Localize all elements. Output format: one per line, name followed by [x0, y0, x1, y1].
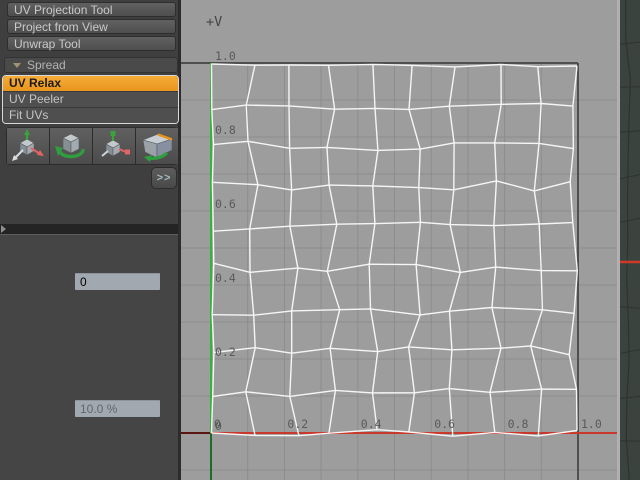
move-tool-button[interactable]	[7, 128, 49, 164]
project-from-view-button[interactable]: Project from View	[7, 19, 176, 34]
bevel-tool-icon	[136, 128, 178, 164]
axis-label: 0.4	[361, 417, 382, 431]
wireframe-line	[626, 0, 631, 480]
tool-item-uv-relax[interactable]: UV Relax	[3, 76, 178, 92]
spread-section-header[interactable]: Spread	[4, 57, 178, 73]
wireframe-line	[620, 396, 640, 398]
expand-tools-button[interactable]: >>	[151, 167, 177, 189]
scale-tool-button[interactable]	[93, 128, 135, 164]
axis-label: 0.4	[215, 271, 236, 285]
axis-label: 0.6	[434, 417, 455, 431]
perspective-canvas	[620, 0, 640, 480]
uv-projection-tool-button[interactable]: UV Projection Tool	[7, 2, 176, 17]
scale-tool-icon	[93, 128, 135, 164]
rotate-tool-icon	[50, 128, 92, 164]
wireframe-line	[620, 349, 640, 353]
wireframe-line	[620, 174, 640, 178]
unwrap-tool-button[interactable]: Unwrap Tool	[7, 36, 176, 51]
wireframe-line	[620, 42, 640, 44]
tool-sidebar: UV Projection Tool Project from View Unw…	[0, 0, 181, 480]
move-tool-icon	[7, 128, 49, 164]
perspective-viewport-sliver[interactable]	[620, 0, 640, 480]
tool-item-uv-peeler[interactable]: UV Peeler	[3, 92, 178, 108]
axis-label: 1.0	[581, 417, 602, 431]
uv-viewport[interactable]: 1.00.80.60.40.2000.20.40.60.81.0+V	[181, 0, 617, 480]
axis-label: 0.2	[287, 417, 308, 431]
collapse-triangle-icon	[13, 63, 21, 68]
v-axis-title: +V	[206, 14, 222, 30]
spread-tool-list: UV Relax UV Peeler Fit UVs	[2, 75, 179, 124]
wireframe-line	[620, 131, 640, 132]
axis-label: 1.0	[215, 49, 236, 63]
axis-labels: 1.00.80.60.40.2000.20.40.60.81.0	[214, 49, 602, 433]
axis-label: 0.6	[215, 197, 236, 211]
axis-label: 0	[214, 417, 221, 431]
panel-divider[interactable]	[0, 224, 178, 234]
rotate-tool-button[interactable]	[50, 128, 92, 164]
panel-grip-icon	[1, 225, 6, 233]
transform-icon-toolbar	[6, 127, 177, 165]
value-field[interactable]	[75, 273, 160, 290]
axis-label: 0.2	[215, 345, 236, 359]
axis-label: 0.8	[215, 123, 236, 137]
axis-label: 0.8	[508, 417, 529, 431]
section-label: Spread	[27, 58, 66, 72]
application-window: UV Projection Tool Project from View Unw…	[0, 0, 640, 480]
tool-item-fit-uvs[interactable]: Fit UVs	[3, 108, 178, 123]
bevel-tool-button[interactable]	[136, 128, 178, 164]
percent-field[interactable]	[75, 400, 160, 417]
tool-properties-panel	[0, 234, 178, 480]
wireframe-line	[620, 307, 640, 309]
uv-canvas[interactable]: 1.00.80.60.40.2000.20.40.60.81.0+V	[181, 0, 617, 480]
wireframe-line	[620, 218, 640, 222]
